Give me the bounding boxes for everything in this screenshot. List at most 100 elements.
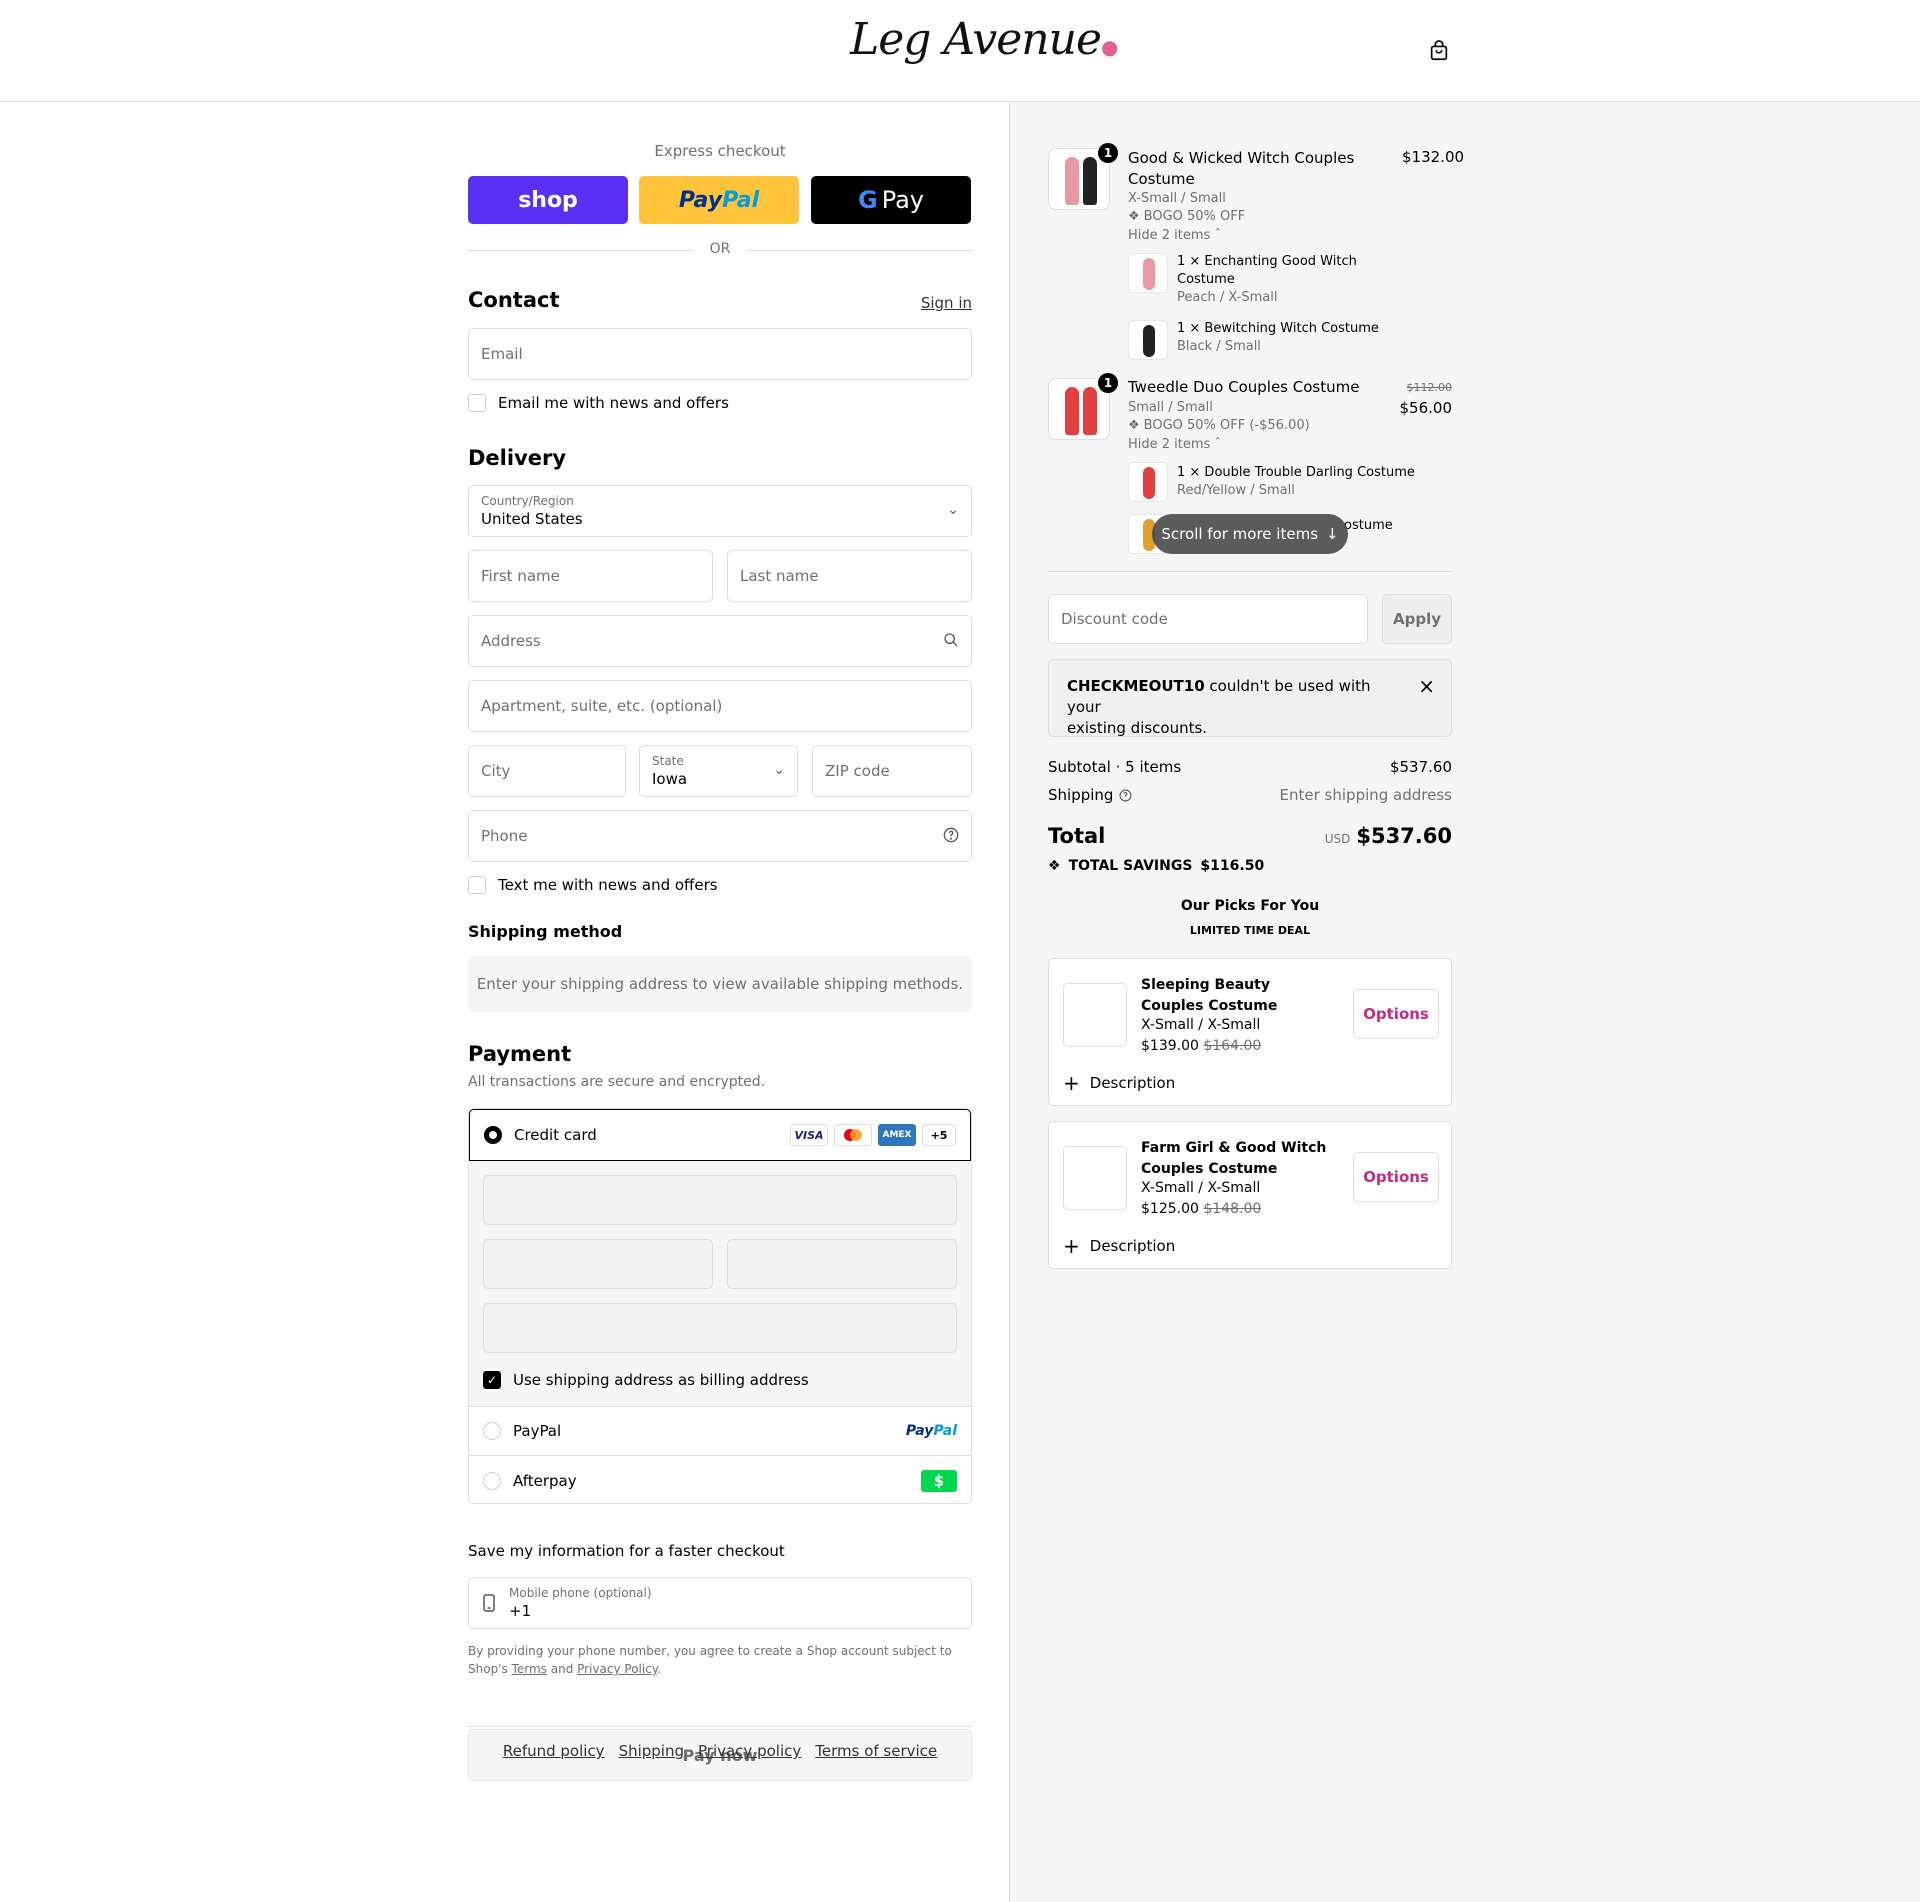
description-toggle[interactable]: + Description: [1063, 1071, 1175, 1095]
quantity-badge: 1: [1098, 373, 1118, 393]
zip-field[interactable]: ZIP code: [812, 745, 972, 797]
subtotal-label: Subtotal · 5 items: [1048, 758, 1182, 776]
mastercard-icon: [834, 1124, 872, 1146]
afterpay-option[interactable]: Afterpay $: [469, 1456, 971, 1503]
shipping-value: Enter shipping address: [1279, 786, 1452, 804]
product-variant: X-Small / X-Small: [1141, 1017, 1261, 1033]
product-variant: X-Small / X-Small: [1141, 1180, 1261, 1196]
hide-items-toggle[interactable]: Hide 2 items ˆ: [1128, 437, 1221, 452]
checkbox[interactable]: [468, 876, 486, 894]
card-number-field[interactable]: [483, 1175, 957, 1225]
paypal-option[interactable]: PayPal PayPal: [469, 1407, 971, 1456]
chevron-down-icon: ⌄: [947, 502, 959, 518]
close-icon[interactable]: ×: [1418, 674, 1435, 698]
tag-icon: ❖: [1128, 209, 1140, 224]
payment-subtitle: All transactions are secure and encrypte…: [468, 1074, 766, 1090]
privacy-policy-link[interactable]: Privacy policy: [698, 1742, 801, 1760]
apartment-field[interactable]: Apartment, suite, etc. (optional): [468, 680, 972, 732]
item-title: Tweedle Duo Couples Costume: [1128, 378, 1360, 396]
help-icon[interactable]: [943, 827, 959, 843]
options-button[interactable]: Options: [1353, 1152, 1439, 1202]
country-select[interactable]: Country/Region United States ⌄: [468, 485, 972, 537]
description-toggle[interactable]: + Description: [1063, 1234, 1175, 1258]
shipping-method-heading: Shipping method: [468, 922, 623, 941]
radio[interactable]: [483, 1422, 501, 1440]
sub-item: ostume: [1344, 518, 1393, 533]
picks-subtitle: LIMITED TIME DEAL: [1189, 924, 1311, 937]
product-image: [1063, 1146, 1127, 1210]
check-icon[interactable]: ✓: [483, 1371, 501, 1389]
apply-discount-button[interactable]: Apply: [1382, 594, 1452, 644]
hide-items-toggle[interactable]: Hide 2 items ˆ: [1128, 228, 1221, 243]
amex-icon: AMEX: [878, 1124, 916, 1146]
plus-icon: +: [1063, 1071, 1080, 1095]
discount-tag: ❖ BOGO 50% OFF (-$56.00): [1128, 418, 1310, 433]
product-title: Sleeping Beauty Couples Costume: [1141, 977, 1278, 1014]
billing-same-checkbox[interactable]: ✓ Use shipping address as billing addres…: [483, 1371, 809, 1389]
payment-methods: Credit card VISA AMEX +5 ✓ Use shipping …: [468, 1108, 972, 1504]
product-price: $125.00 $148.00: [1141, 1201, 1262, 1217]
card-expiry-field[interactable]: [483, 1239, 713, 1289]
first-name-field[interactable]: First name: [468, 550, 713, 602]
express-checkout-label: Express checkout: [654, 142, 786, 160]
paypal-button[interactable]: Pay Pal: [639, 176, 799, 224]
total-savings: ❖ TOTAL SAVINGS $116.50: [1048, 858, 1265, 874]
sign-in-link[interactable]: Sign in: [921, 294, 972, 312]
google-icon: G: [857, 186, 878, 214]
credit-card-option[interactable]: Credit card VISA AMEX +5: [469, 1109, 971, 1161]
email-news-checkbox[interactable]: Email me with news and offers: [468, 394, 729, 412]
options-button[interactable]: Options: [1353, 989, 1439, 1039]
brand-logo[interactable]: Leg Avenue●: [850, 14, 1118, 65]
shipping-link[interactable]: Shipping: [619, 1742, 684, 1760]
radio[interactable]: [483, 1471, 501, 1490]
terms-of-service-link[interactable]: Terms of service: [815, 1742, 937, 1760]
plus-icon: +: [1063, 1234, 1080, 1258]
phone-field[interactable]: Phone: [468, 810, 972, 862]
shipping-method-message: Enter your shipping address to view avai…: [468, 956, 972, 1012]
privacy-policy-link[interactable]: Privacy Policy: [577, 1662, 657, 1676]
footer-divider: [468, 1726, 972, 1727]
item-price: $56.00: [1399, 399, 1453, 417]
divider: [1048, 571, 1452, 572]
discount-code-field[interactable]: Discount code: [1048, 594, 1368, 644]
radio-selected[interactable]: [484, 1126, 502, 1144]
shopping-bag-icon[interactable]: [1428, 40, 1450, 62]
visa-icon: VISA: [790, 1124, 828, 1146]
arrow-down-icon: ↓: [1326, 525, 1339, 543]
shipping-label: Shipping: [1048, 786, 1132, 804]
header: Leg Avenue●: [0, 0, 1920, 102]
sub-item: 1 × Bewitching Witch Costume Black / Sma…: [1177, 321, 1379, 354]
refund-policy-link[interactable]: Refund policy: [503, 1742, 605, 1760]
shop-pay-button[interactable]: shop: [468, 176, 628, 224]
sub-item-image: [1128, 320, 1168, 360]
discount-tag: ❖ BOGO 50% OFF: [1128, 209, 1246, 224]
item-variant: Small / Small: [1128, 400, 1213, 415]
checkout-form: Express checkout shop Pay Pal G Pay OR Con…: [468, 102, 972, 1882]
paypal-logo: PayPal: [905, 1423, 957, 1439]
product-title: Farm Girl & Good Witch Couples Costume: [1141, 1140, 1327, 1177]
sub-item: 1 × Double Trouble Darling Costume Red/Y…: [1177, 465, 1415, 498]
checkbox[interactable]: [468, 394, 486, 412]
text-news-checkbox[interactable]: Text me with news and offers: [468, 876, 718, 894]
last-name-field[interactable]: Last name: [727, 550, 972, 602]
card-cvv-field[interactable]: [727, 1239, 957, 1289]
address-field[interactable]: Address: [468, 615, 972, 667]
scroll-more-button[interactable]: Scroll for more items ↓: [1152, 514, 1348, 554]
or-label: OR: [694, 241, 746, 257]
city-field[interactable]: City: [468, 745, 626, 797]
terms-link[interactable]: Terms: [512, 1662, 547, 1676]
mobile-phone-field[interactable]: Mobile phone (optional) +1: [468, 1577, 972, 1629]
total-value: USD $537.60: [1324, 824, 1452, 848]
google-pay-button[interactable]: G Pay: [811, 176, 971, 224]
quantity-badge: 1: [1098, 143, 1118, 163]
discount-error-notice: CHECKMEOUT10 couldn't be used with your e…: [1048, 659, 1452, 737]
help-icon[interactable]: [1119, 789, 1132, 802]
footer-links: Refund policy Shipping Privacy policy Te…: [468, 1742, 972, 1760]
tag-icon: ❖: [1048, 858, 1061, 874]
total-label: Total: [1048, 824, 1106, 848]
search-icon: [944, 633, 958, 647]
email-field[interactable]: Email: [468, 328, 972, 380]
save-info-heading: Save my information for a faster checkou…: [468, 1542, 785, 1560]
card-name-field[interactable]: [483, 1303, 957, 1353]
state-select[interactable]: State Iowa ⌄: [639, 745, 798, 797]
